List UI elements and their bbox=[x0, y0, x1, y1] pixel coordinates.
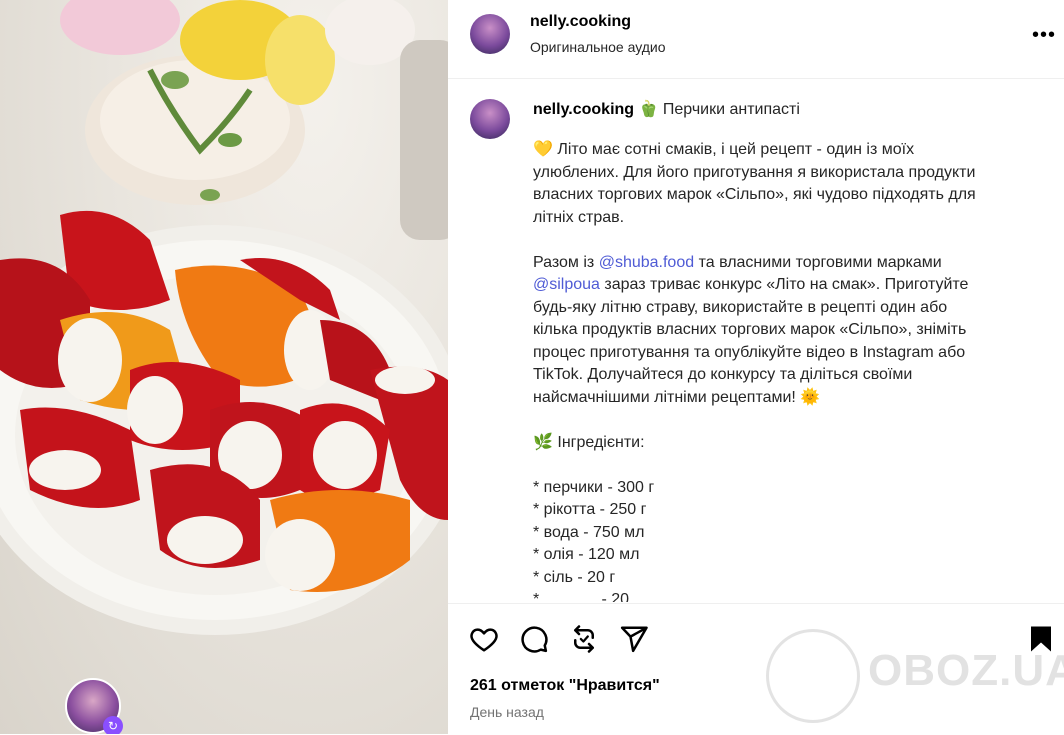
mention-shuba-food[interactable]: @shuba.food bbox=[599, 254, 694, 271]
post-media[interactable]: ↻ bbox=[0, 0, 448, 734]
watermark-text: OBOZ.UA bbox=[868, 646, 1064, 695]
repost-icon[interactable] bbox=[569, 624, 599, 654]
caption-scroll-area[interactable]: nelly.cooking 🫑 Перчики антипасті 💛 Літо… bbox=[448, 79, 1064, 602]
post-header: nelly.cooking Оригинальное аудио ••• bbox=[448, 0, 1064, 79]
pepper-emoji: 🫑 bbox=[638, 101, 659, 118]
caption-paragraph-2: Разом із @shuba.food та власними торгови… bbox=[533, 253, 969, 406]
original-audio-link[interactable]: Оригинальное аудио bbox=[530, 39, 666, 55]
sun-emoji: 🌞 bbox=[800, 388, 821, 406]
share-icon[interactable] bbox=[619, 624, 649, 654]
herb-emoji: 🌿 bbox=[533, 433, 553, 451]
caption-text: nelly.cooking 🫑 Перчики антипасті 💛 Літо… bbox=[533, 99, 1041, 602]
reel-author-avatar[interactable]: ↻ bbox=[65, 678, 123, 734]
mention-silpoua[interactable]: @silpoua bbox=[533, 276, 600, 293]
comment-icon[interactable] bbox=[519, 624, 549, 654]
post-time[interactable]: День назад bbox=[470, 704, 544, 720]
heart-emoji: 💛 bbox=[533, 141, 553, 158]
list-item: * вода - 750 мл bbox=[533, 523, 645, 541]
audio-rotate-icon: ↻ bbox=[103, 716, 123, 734]
heart-icon[interactable] bbox=[469, 624, 499, 654]
ingredients-list: * перчики - 300 г * рікотта - 250 г * во… bbox=[533, 477, 1041, 603]
caption-avatar[interactable] bbox=[470, 99, 510, 139]
list-item: * сіль - 20 г bbox=[533, 568, 616, 586]
watermark-logo bbox=[766, 629, 860, 723]
more-horizontal-icon[interactable]: ••• bbox=[1032, 24, 1056, 47]
stuffed-peppers-photo bbox=[0, 0, 448, 635]
list-item: * рікотта - 250 г bbox=[533, 501, 647, 518]
caption-paragraph-1: 💛 Літо має сотні смаків, і цей рецепт - … bbox=[533, 141, 976, 226]
caption-title: Перчики антипасті bbox=[662, 101, 800, 118]
header-username[interactable]: nelly.cooking bbox=[530, 13, 631, 31]
ingredients-heading: 🌿 Інгредієнти: bbox=[533, 433, 645, 451]
list-item: * ______ - 20 bbox=[533, 591, 630, 602]
profile-avatar[interactable] bbox=[470, 14, 510, 54]
post-actions: OBOZ.UA 261 отметок "Нравится" День наза… bbox=[448, 603, 1064, 735]
list-item: * олія - 120 мл bbox=[533, 546, 640, 563]
caption-username[interactable]: nelly.cooking bbox=[533, 101, 634, 118]
like-count[interactable]: 261 отметок "Нравится" bbox=[470, 677, 660, 695]
post-panel: nelly.cooking Оригинальное аудио ••• nel… bbox=[448, 0, 1064, 734]
list-item: * перчики - 300 г bbox=[533, 478, 655, 496]
